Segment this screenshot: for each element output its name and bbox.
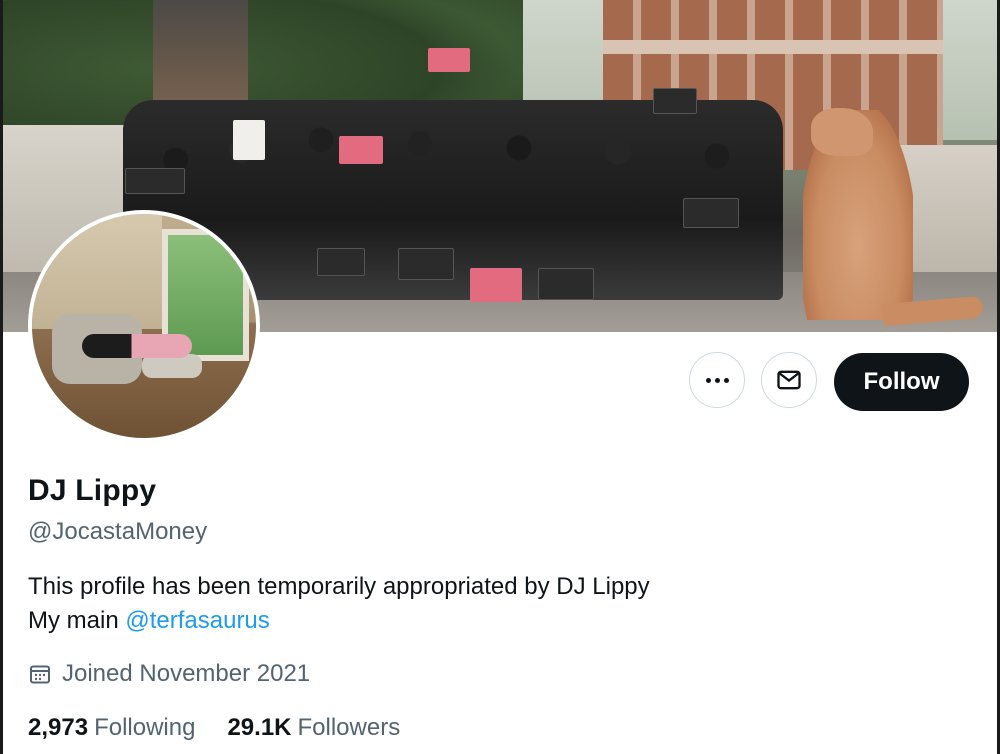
- following-count: 2,973: [28, 714, 89, 741]
- banner-sign: [233, 120, 265, 160]
- display-name: DJ Lippy: [28, 474, 157, 507]
- avatar-person: [82, 334, 192, 358]
- following-link[interactable]: 2,973 Following: [28, 714, 195, 742]
- following-label: Following: [94, 714, 196, 741]
- banner-sign: [339, 136, 383, 164]
- bio-line: My main @terfasaurus: [28, 604, 650, 638]
- banner-sign: [538, 268, 594, 300]
- bio-mention-link[interactable]: @terfasaurus: [125, 607, 269, 634]
- banner-sign: [428, 48, 470, 72]
- calendar-icon: [30, 665, 50, 684]
- avatar-wall: [32, 214, 162, 329]
- profile-bio: This profile has been temporarily approp…: [28, 570, 650, 638]
- follow-stats: 2,973 Following 29.1K Followers: [28, 714, 432, 742]
- bio-text: My main: [28, 607, 126, 634]
- followers-count: 29.1K: [227, 714, 292, 741]
- bio-line: This profile has been temporarily approp…: [28, 573, 650, 600]
- more-options-button[interactable]: [689, 352, 745, 408]
- joined-text: Joined November 2021: [62, 660, 311, 687]
- banner-sign: [125, 168, 185, 194]
- follow-button[interactable]: Follow: [834, 353, 969, 411]
- user-handle: @JocastaMoney: [28, 518, 208, 545]
- joined-date: Joined November 2021: [28, 660, 310, 688]
- followers-link[interactable]: 29.1K Followers: [227, 714, 400, 742]
- followers-label: Followers: [297, 714, 401, 741]
- profile-page: Follow DJ Lippy @JocastaMoney This profi…: [0, 0, 1000, 754]
- banner-sign: [653, 88, 697, 114]
- message-button[interactable]: [761, 352, 817, 408]
- avatar[interactable]: [28, 210, 260, 442]
- banner-sign: [683, 198, 739, 228]
- banner-sign: [470, 268, 522, 302]
- banner-sign: [398, 248, 454, 280]
- banner-dinosaur-head: [811, 108, 873, 156]
- more-horizontal-icon: [705, 377, 729, 383]
- envelope-icon: [777, 370, 801, 390]
- banner-sign: [317, 248, 365, 276]
